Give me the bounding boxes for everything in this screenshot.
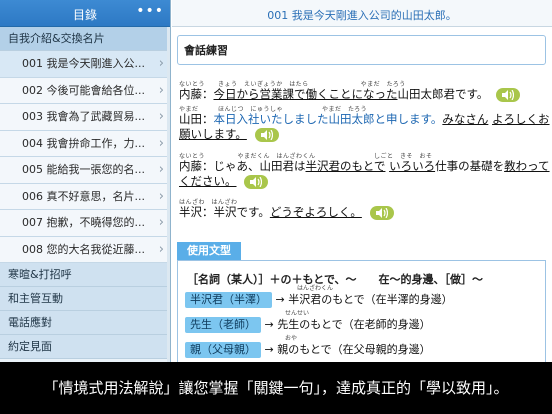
category-meeting[interactable]: 約定見面 <box>0 335 170 359</box>
dialog-text: いろいろ <box>389 159 436 173</box>
dialog-text: どうぞよろしく。 <box>269 205 362 219</box>
sidebar-header: 目錄 ••• <box>0 0 170 27</box>
list-item-label: 007 抱歉，不曉得您的... <box>22 216 145 229</box>
sentence-pattern: ［名詞（某人）］＋の＋もとで、～ 在～的身邊、［做］～ <box>187 273 484 286</box>
example-row: はんざわくん 半沢君（半澤） → 半沢君のもとで（在半澤的身邊） <box>185 285 453 308</box>
dialog-line-3: ないとう やまだくん はんざわくん しごと きそ おそ 内藤：じゃあ、山田君は半… <box>179 151 550 189</box>
chevron-right-icon: › <box>158 162 164 177</box>
chevron-right-icon: › <box>158 215 164 230</box>
dialog-text: 教わって <box>504 159 550 173</box>
dialog-line-2: やまだ ほんじつ にゅうしゃ やまだ たろう 山田：本日入社いたしました山田太郎… <box>179 104 550 142</box>
dialog-text: 半沢です。 <box>213 205 270 219</box>
dialog-text: 山田太郎君です。 <box>397 87 489 101</box>
section-label: 會話練習 <box>184 44 228 57</box>
list-item[interactable]: 006 真不好意思，名片... › <box>0 183 170 210</box>
example-text: 半沢君のもとで（在半澤的身邊） <box>288 293 453 306</box>
list-item-label: 005 能給我一張您的名... <box>22 163 145 176</box>
speaker-audio-icon[interactable] <box>496 87 521 102</box>
speaker-label: 山田： <box>179 112 214 126</box>
ruby-text: ないとう やまだくん はんざわくん しごと きそ おそ <box>179 153 433 160</box>
speaker-label: 内藤： <box>179 159 214 173</box>
category-boss[interactable]: 和主管互動 <box>0 287 170 311</box>
page-title: 001 我是今天剛進入公司的山田太郎。 <box>267 9 457 22</box>
list-item[interactable]: 001 我是今天剛進入公... › <box>0 51 170 78</box>
example-row: せんせい 先生（老師） → 先生のもとで（在老師的身邊） <box>185 310 431 333</box>
arrow-icon: → <box>264 318 274 331</box>
list-item-label: 002 今後可能會給各位... <box>22 83 145 97</box>
example-tag: 親（父母親） <box>185 342 261 358</box>
speaker-audio-icon[interactable] <box>254 127 279 142</box>
category-greetings[interactable]: 寒暄&打招呼 <box>0 263 170 287</box>
list-item-label: 003 我會為了武藏貿易... <box>22 110 145 123</box>
speaker-label: 半沢： <box>179 205 214 219</box>
chevron-right-icon: › <box>158 135 164 151</box>
chevron-right-icon: › <box>158 188 164 204</box>
dialog-text: 願いします。 <box>179 127 247 141</box>
arrow-icon: → <box>264 343 274 356</box>
ruby-text: やまだ ほんじつ にゅうしゃ やまだ たろう <box>179 106 368 113</box>
sidebar: 目錄 ••• 自我介紹&交換名片 001 我是今天剛進入公... › 002 今… <box>0 0 171 362</box>
chevron-right-icon: › <box>158 56 164 71</box>
example-text: 先生のもとで（在老師的身邊） <box>277 318 431 331</box>
speaker-audio-icon[interactable] <box>369 205 394 220</box>
section-conversation: 會話練習 <box>177 35 546 65</box>
dialog-line-4: はんざわ はんざわ 半沢：半沢です。どうぞよろしく。 <box>179 197 544 220</box>
dialog-text: 今日から営業課で働くことになった <box>213 87 398 101</box>
list-item-label: 006 真不好意思，名片... <box>22 189 145 203</box>
ruby-text: せんせい <box>285 310 310 317</box>
ruby-text: おや <box>285 335 298 342</box>
content-pane: 001 我是今天剛進入公司的山田太郎。 會話練習 ないとう きょう えいぎょうか… <box>172 0 552 362</box>
dialog-text: 本日入社いたしました山田太郎と申します。 <box>213 112 443 126</box>
content-header: 001 我是今天剛進入公司的山田太郎。 <box>172 0 552 27</box>
list-item-label: 004 我會拚命工作，力... <box>22 136 145 150</box>
example-row: おや 親（父母親） → 親のもとで（在父母親的身邊） <box>185 335 431 358</box>
dialog-text: みなさん <box>442 112 489 126</box>
example-tag: 先生（老師） <box>185 317 261 333</box>
list-item[interactable]: 002 今後可能會給各位... › <box>0 77 170 104</box>
arrow-icon: → <box>275 293 285 306</box>
list-item-label: 001 我是今天剛進入公... <box>22 57 145 70</box>
list-item[interactable]: 003 我會為了武藏貿易... › <box>0 104 170 131</box>
app-window: 目錄 ••• 自我介紹&交換名片 001 我是今天剛進入公... › 002 今… <box>0 0 552 362</box>
category-phone[interactable]: 電話應對 <box>0 311 170 335</box>
dialog-text: 半沢君のもとで <box>305 159 386 173</box>
ruby-text: はんざわくん <box>297 285 334 292</box>
list-item[interactable]: 004 我會拚命工作，力... › <box>0 130 170 157</box>
example-text: 親のもとで（在父母親的身邊） <box>277 343 431 356</box>
dialog-text: ください。 <box>179 174 237 188</box>
speaker-audio-icon[interactable] <box>244 174 269 189</box>
dialog-text: 仕事の基礎を <box>435 159 505 173</box>
dialog-line-1: ないとう きょう えいぎょうか はたら やまだ たろう 内藤：今日から営業課で働… <box>179 79 544 102</box>
list-item[interactable]: 008 您的大名我從近藤... › <box>0 236 170 263</box>
speaker-label: 内藤： <box>179 87 214 101</box>
chevron-right-icon: › <box>158 109 164 124</box>
dialog-text: じゃあ、山田君は <box>213 159 306 173</box>
example-tag: 半沢君（半澤） <box>185 292 272 308</box>
dialog-text: よろしくお <box>492 112 550 126</box>
usage-tab[interactable]: 使用文型 <box>177 242 241 260</box>
ruby-text: はんざわ はんざわ <box>179 199 238 206</box>
promo-caption: 「情境式用法解說」讓您掌握「關鍵一句」，達成真正的「學以致用」。 <box>0 362 552 414</box>
sidebar-scrollbar[interactable] <box>167 27 170 362</box>
chevron-right-icon: › <box>158 241 164 257</box>
list-item-label: 008 您的大名我從近藤... <box>22 242 145 256</box>
category-self-intro[interactable]: 自我介紹&交換名片 <box>0 27 170 51</box>
ruby-text: ないとう きょう えいぎょうか はたら やまだ たろう <box>179 81 406 88</box>
list-item[interactable]: 005 能給我一張您的名... › <box>0 157 170 184</box>
more-icon[interactable]: ••• <box>136 3 164 19</box>
chevron-right-icon: › <box>158 82 164 98</box>
usage-panel: ［名詞（某人）］＋の＋もとで、～ 在～的身邊、［做］～ はんざわくん 半沢君（半… <box>177 260 546 362</box>
list-item[interactable]: 007 抱歉，不曉得您的... › <box>0 210 170 237</box>
